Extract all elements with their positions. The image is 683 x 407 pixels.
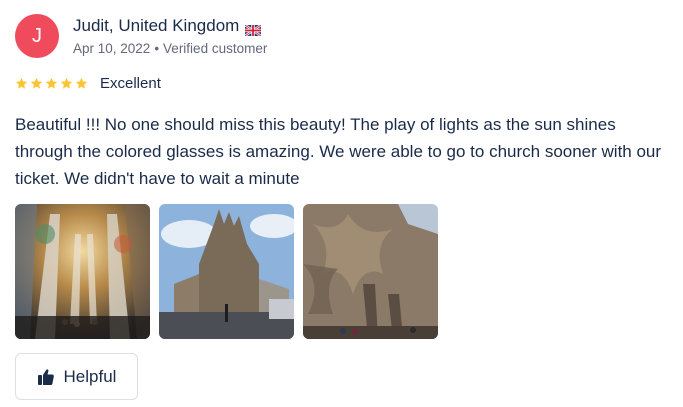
helpful-label: Helpful bbox=[63, 366, 117, 386]
thumbs-up-icon bbox=[37, 368, 55, 386]
star-icon bbox=[30, 77, 43, 90]
star-rating bbox=[15, 77, 88, 90]
review-text: Beautiful !!! No one should miss this be… bbox=[15, 115, 662, 188]
star-icon bbox=[45, 77, 58, 90]
meta-separator: • bbox=[154, 41, 160, 56]
star-icon bbox=[75, 77, 88, 90]
review-author: Judit, United Kingdom bbox=[73, 16, 263, 37]
author-name: Judit, United Kingdom bbox=[73, 16, 240, 35]
helpful-button[interactable]: Helpful bbox=[15, 353, 138, 400]
review-date: Apr 10, 2022 bbox=[73, 41, 151, 56]
star-icon bbox=[60, 77, 73, 90]
review-card: J Judit, United Kingdom Apr 10, 2022 • Ver… bbox=[0, 0, 683, 407]
review-photo-interior[interactable] bbox=[15, 204, 150, 339]
star-icon bbox=[15, 77, 28, 90]
avatar: J bbox=[15, 14, 59, 58]
avatar-initial: J bbox=[32, 24, 42, 47]
uk-flag-icon bbox=[244, 21, 263, 37]
review-meta: Apr 10, 2022 • Verified customer bbox=[73, 41, 267, 56]
review-photo-sculpture[interactable] bbox=[303, 204, 438, 339]
rating-label: Excellent bbox=[100, 75, 161, 92]
review-photo-facade[interactable] bbox=[159, 204, 294, 339]
verified-label: Verified customer bbox=[163, 41, 268, 56]
review-photos bbox=[15, 204, 438, 339]
rating: Excellent bbox=[15, 75, 161, 92]
